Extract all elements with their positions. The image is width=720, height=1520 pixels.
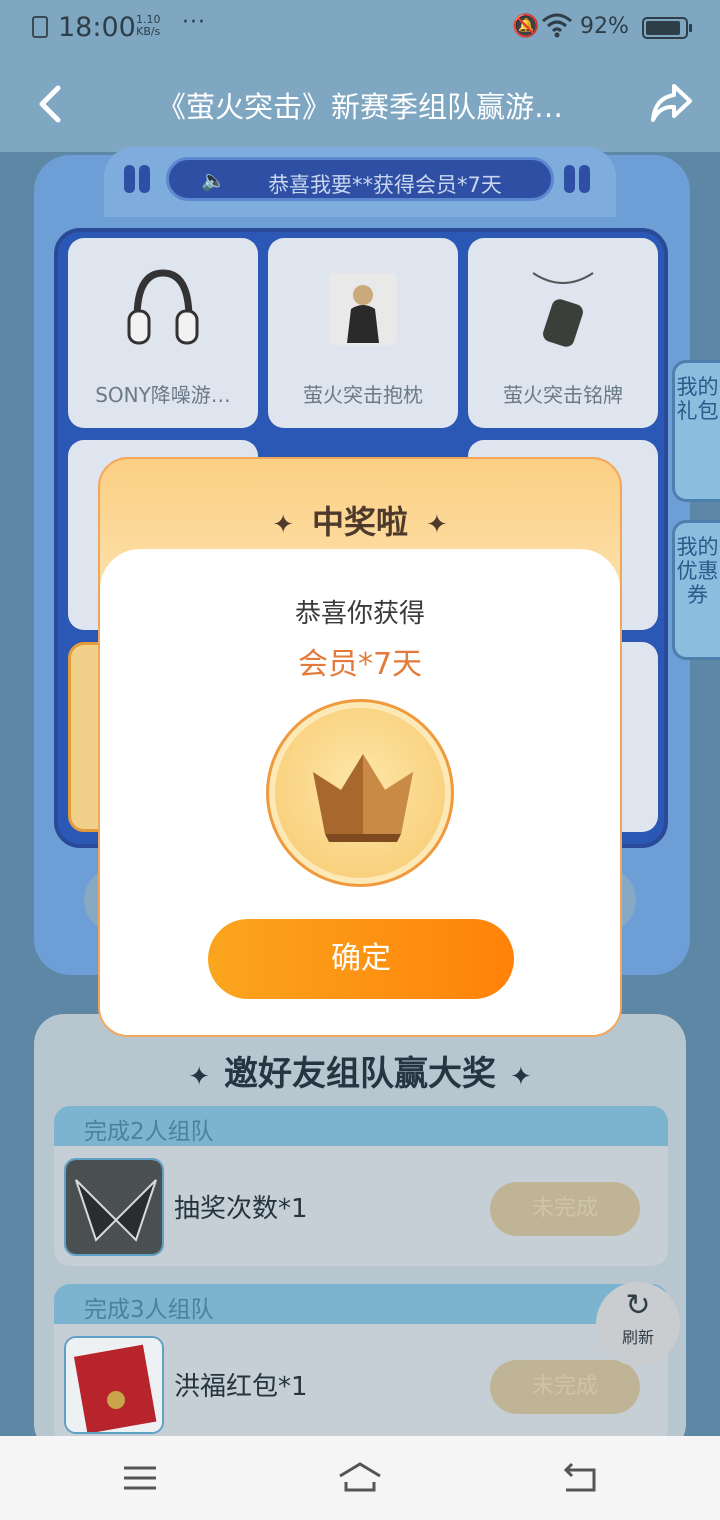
- sparkle-icon: ✦: [426, 510, 448, 540]
- task-body: 抽奖次数*1 未完成: [54, 1146, 668, 1266]
- team-section-title: ✦ 邀好友组队赢大奖 ✦: [0, 1046, 720, 1095]
- net-speed-unit: KB/s: [136, 25, 161, 38]
- red-envelope-icon: [64, 1336, 164, 1434]
- headphones-icon: [127, 269, 199, 345]
- confirm-button[interactable]: 确定: [208, 919, 514, 999]
- status-bar: 18:00 1.10 KB/s ··· 🔕 92%: [0, 0, 720, 58]
- dialog-prize-name: 会员*7天: [297, 647, 423, 682]
- task-reward: 洪福红包*1: [174, 1372, 308, 1402]
- my-coupons-tab[interactable]: 我的优惠券: [672, 520, 720, 660]
- speaker-icon: 🔈: [201, 168, 226, 192]
- task-head-label: 完成3人组队: [84, 1297, 214, 1323]
- sparkle-icon: ✦: [188, 1062, 210, 1092]
- winner-marquee: 🔈 恭喜我要**获得会员*7天: [166, 157, 554, 201]
- battery-percent: 92%: [580, 14, 629, 39]
- more-notifications-icon: ···: [182, 10, 206, 35]
- prize-dialog: ✦ 中奖啦 ✦ 恭喜你获得 会员*7天 确定: [98, 457, 622, 1037]
- decor-bars-right: [564, 165, 594, 195]
- task-head: 完成2人组队: [54, 1106, 668, 1150]
- system-nav-bar: [0, 1436, 720, 1520]
- task-status-button[interactable]: 未完成: [490, 1182, 640, 1236]
- team-title-text: 邀好友组队赢大奖: [224, 1054, 496, 1094]
- marquee-text: 恭喜我要**获得会员*7天: [268, 173, 502, 197]
- prize-label: 萤火突击抱枕: [303, 383, 423, 407]
- page-title: 《萤火突击》新赛季组队赢游…: [156, 90, 563, 124]
- mute-icon: 🔕: [512, 14, 540, 39]
- home-icon[interactable]: [336, 1456, 384, 1500]
- clock: 18:00: [58, 12, 136, 43]
- task-card: 完成3人组队 洪福红包*1 未完成: [54, 1284, 668, 1444]
- prize-label: SONY降噪游…: [95, 383, 231, 407]
- refresh-icon: ↻: [625, 1288, 651, 1323]
- dialog-title-text: 中奖啦: [311, 503, 408, 541]
- decor-bars-left: [124, 165, 154, 195]
- task-card: 完成2人组队 抽奖次数*1 未完成: [54, 1106, 668, 1266]
- prize-badge: [266, 699, 454, 887]
- dogtag-icon: [532, 272, 594, 347]
- task-body: 洪福红包*1 未完成: [54, 1324, 668, 1444]
- battery-icon: [642, 17, 692, 39]
- dialog-message: 恭喜你获得: [294, 599, 425, 629]
- wifi-icon: [542, 13, 572, 38]
- pillow-icon: [329, 273, 397, 345]
- game-logo-icon: [64, 1158, 164, 1256]
- sim-icon: [32, 16, 48, 38]
- task-status-button[interactable]: 未完成: [490, 1360, 640, 1414]
- dialog-title: ✦ 中奖啦 ✦: [100, 497, 620, 543]
- prize-label: 萤火突击铭牌: [503, 383, 623, 407]
- back-arrow-icon[interactable]: [30, 82, 70, 126]
- prize-cell: SONY降噪游…: [68, 238, 258, 428]
- prize-cell: 萤火突击抱枕: [268, 238, 458, 428]
- refresh-button[interactable]: ↻ 刷新: [596, 1282, 680, 1366]
- task-head-label: 完成2人组队: [84, 1119, 214, 1145]
- net-speed: 1.10 KB/s: [136, 14, 161, 38]
- my-gifts-tab[interactable]: 我的礼包: [672, 360, 720, 502]
- app-header: 《萤火突击》新赛季组队赢游…: [0, 58, 720, 152]
- prize-cell: 萤火突击铭牌: [468, 238, 658, 428]
- menu-icon[interactable]: [118, 1456, 162, 1500]
- task-head: 完成3人组队: [54, 1284, 668, 1328]
- sparkle-icon: ✦: [510, 1062, 532, 1092]
- share-icon[interactable]: [648, 80, 694, 126]
- sparkle-icon: ✦: [272, 510, 294, 540]
- task-reward: 抽奖次数*1: [174, 1194, 308, 1224]
- refresh-label: 刷新: [621, 1328, 654, 1347]
- crown-icon: [313, 754, 413, 842]
- back-icon[interactable]: [558, 1456, 602, 1500]
